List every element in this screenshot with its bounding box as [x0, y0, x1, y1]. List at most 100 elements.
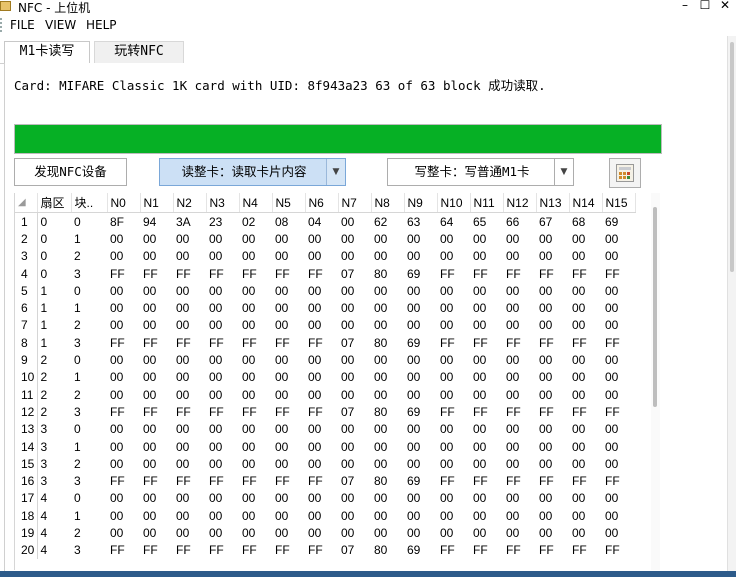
sector-cell[interactable]: 0 [37, 230, 71, 247]
byte-cell[interactable]: 00 [503, 317, 536, 334]
byte-cell[interactable]: FF [503, 403, 536, 420]
byte-cell[interactable]: 00 [239, 490, 272, 507]
byte-cell[interactable]: 00 [503, 369, 536, 386]
byte-cell[interactable]: 04 [305, 213, 338, 231]
write-card-combo[interactable]: 写整卡：写普通M1卡 ▼ [387, 158, 574, 186]
byte-cell[interactable]: 00 [140, 438, 173, 455]
byte-cell[interactable]: 00 [437, 299, 470, 316]
byte-cell[interactable]: FF [272, 265, 305, 282]
byte-cell[interactable]: FF [437, 265, 470, 282]
byte-cell[interactable]: FF [305, 334, 338, 351]
column-header[interactable]: N1 [140, 193, 174, 213]
byte-cell[interactable]: 00 [338, 421, 371, 438]
row-header[interactable]: 2 [15, 230, 38, 248]
byte-cell[interactable]: FF [206, 403, 239, 420]
byte-cell[interactable]: FF [602, 542, 635, 559]
byte-cell[interactable]: 00 [470, 524, 503, 541]
byte-cell[interactable]: FF [173, 334, 206, 351]
byte-cell[interactable]: 00 [602, 507, 635, 524]
byte-cell[interactable]: 00 [371, 248, 404, 265]
byte-cell[interactable]: 00 [206, 282, 239, 299]
byte-cell[interactable]: 00 [437, 369, 470, 386]
byte-cell[interactable]: 00 [272, 524, 305, 541]
byte-cell[interactable]: 94 [140, 213, 173, 231]
byte-cell[interactable]: 00 [140, 248, 173, 265]
byte-cell[interactable]: 00 [107, 455, 140, 472]
byte-cell[interactable]: 65 [470, 213, 503, 231]
byte-cell[interactable]: 00 [404, 351, 437, 368]
byte-cell[interactable]: FF [140, 403, 173, 420]
byte-cell[interactable]: 00 [107, 386, 140, 403]
byte-cell[interactable]: 00 [404, 282, 437, 299]
sector-cell[interactable]: 3 [37, 455, 71, 472]
byte-cell[interactable]: 00 [536, 386, 569, 403]
byte-cell[interactable]: 00 [140, 455, 173, 472]
byte-cell[interactable]: 00 [371, 282, 404, 299]
byte-cell[interactable]: 00 [239, 507, 272, 524]
byte-cell[interactable]: 00 [371, 299, 404, 316]
byte-cell[interactable]: 00 [602, 248, 635, 265]
byte-cell[interactable]: 00 [536, 248, 569, 265]
byte-cell[interactable]: 00 [404, 317, 437, 334]
sector-cell[interactable]: 1 [37, 317, 71, 334]
byte-cell[interactable]: 00 [371, 490, 404, 507]
byte-cell[interactable]: FF [272, 334, 305, 351]
row-header[interactable]: 8 [15, 334, 38, 352]
byte-cell[interactable]: 00 [470, 507, 503, 524]
table-row[interactable]: 12 2 3 FF FF FF FF FF FF FF 07 80 69 FF FF FF FF FF FF [15, 403, 635, 421]
byte-cell[interactable]: 00 [437, 455, 470, 472]
byte-cell[interactable]: 00 [371, 507, 404, 524]
byte-cell[interactable]: 00 [206, 490, 239, 507]
byte-cell[interactable]: 00 [107, 248, 140, 265]
byte-cell[interactable]: 00 [305, 507, 338, 524]
byte-cell[interactable]: 00 [206, 248, 239, 265]
byte-cell[interactable]: 00 [173, 282, 206, 299]
byte-cell[interactable]: 00 [470, 317, 503, 334]
byte-cell[interactable]: 00 [470, 421, 503, 438]
byte-cell[interactable]: 00 [470, 490, 503, 507]
byte-cell[interactable]: 00 [305, 230, 338, 247]
byte-cell[interactable]: 00 [437, 248, 470, 265]
block-cell[interactable]: 2 [71, 386, 107, 403]
byte-cell[interactable]: FF [140, 334, 173, 351]
tab-m1-read-write[interactable]: M1卡读写 [4, 41, 90, 63]
byte-cell[interactable]: 00 [206, 230, 239, 247]
byte-cell[interactable]: FF [140, 542, 173, 559]
byte-cell[interactable]: 00 [140, 386, 173, 403]
row-header[interactable]: 1 [15, 212, 38, 231]
table-row[interactable]: 11 2 2 00 00 00 00 00 00 00 00 00 00 00 00 00 00 00 00 [15, 385, 635, 404]
table-row[interactable]: 16 3 3 FF FF FF FF FF FF FF 07 80 69 FF FF FF FF FF FF [15, 472, 635, 490]
byte-cell[interactable]: FF [305, 472, 338, 489]
byte-cell[interactable]: 80 [371, 265, 404, 282]
table-row[interactable]: 17 4 0 00 00 00 00 00 00 00 00 00 00 00 00 00 00 00 00 [15, 489, 635, 508]
byte-cell[interactable]: 00 [404, 299, 437, 316]
byte-cell[interactable]: 00 [503, 438, 536, 455]
byte-cell[interactable]: 00 [173, 317, 206, 334]
byte-cell[interactable]: 67 [536, 213, 569, 231]
calculator-button[interactable] [609, 158, 641, 188]
discover-nfc-button[interactable]: 发现NFC设备 [14, 158, 127, 186]
byte-cell[interactable]: 00 [239, 230, 272, 247]
byte-cell[interactable]: 00 [569, 524, 602, 541]
byte-cell[interactable]: 00 [272, 455, 305, 472]
byte-cell[interactable]: FF [239, 334, 272, 351]
byte-cell[interactable]: 00 [602, 455, 635, 472]
byte-cell[interactable]: 00 [338, 490, 371, 507]
block-cell[interactable]: 3 [71, 472, 107, 489]
row-header[interactable]: 15 [15, 455, 38, 473]
byte-cell[interactable]: 00 [404, 490, 437, 507]
byte-cell[interactable]: 07 [338, 265, 371, 282]
byte-cell[interactable]: FF [437, 472, 470, 489]
byte-cell[interactable]: FF [569, 472, 602, 489]
row-header[interactable]: 3 [15, 247, 38, 265]
byte-cell[interactable]: 00 [503, 524, 536, 541]
row-header[interactable]: 5 [15, 282, 38, 300]
byte-cell[interactable]: 00 [437, 524, 470, 541]
byte-cell[interactable]: 00 [338, 369, 371, 386]
byte-cell[interactable]: FF [470, 472, 503, 489]
byte-cell[interactable]: 00 [140, 421, 173, 438]
byte-cell[interactable]: 00 [371, 455, 404, 472]
byte-cell[interactable]: 00 [338, 351, 371, 368]
byte-cell[interactable]: 23 [206, 213, 239, 231]
byte-cell[interactable]: FF [503, 265, 536, 282]
